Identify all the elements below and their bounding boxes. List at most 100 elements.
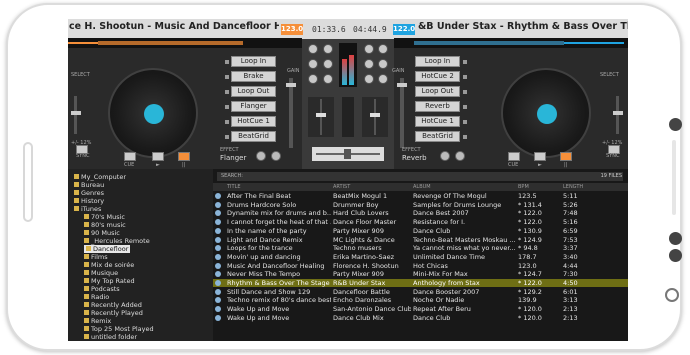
hotcue-1-button[interactable]: HotCue 1 [231,116,276,127]
loop-out-button[interactable]: Loop Out [415,86,460,97]
phone-home-button[interactable] [665,288,679,302]
table-row[interactable]: Light and Dance Remix MC Lights & Dance Te… [213,236,628,244]
mixer-knob[interactable] [323,59,333,69]
search-input[interactable]: SEARCH: [217,172,623,181]
effect-knob-1[interactable] [256,151,266,161]
folder-item[interactable]: Films [84,253,108,261]
folder-item[interactable]: 80's music [84,221,126,229]
table-row[interactable]: Loops for the trance Techno musers Ya cann… [213,244,628,252]
hotcue-2-button[interactable]: HotCue 2 [415,71,460,82]
folder-item[interactable]: Recently Added [84,301,142,309]
pause-button[interactable] [560,152,572,161]
volume-fader-right[interactable] [362,97,388,137]
folder-item[interactable]: Remix [84,317,111,325]
deck-left-waveform[interactable] [68,38,302,48]
folder-item[interactable]: Bureau [74,181,104,189]
table-row[interactable]: In the name of the party Party Mixer 909 D… [213,227,628,235]
cue-button[interactable] [508,152,520,161]
folder-item[interactable]: Musique [84,269,118,277]
table-row[interactable]: Rhythm & Bass Over The Stage R&B Under St… [213,279,628,287]
col-bpm[interactable]: BPM [518,184,529,190]
pitch-slider[interactable] [616,96,619,134]
mixer-knob[interactable] [364,74,374,84]
loop-in-button[interactable]: Loop In [231,56,276,67]
play-button[interactable] [152,152,164,161]
beatgrid-button[interactable]: BeatGrid [231,131,276,142]
pause-button[interactable] [178,152,190,161]
crossfader[interactable] [312,147,384,161]
track-cell-artist: Erika Martino-Saez [333,252,394,261]
col-artist[interactable]: ARTIST [333,184,350,190]
table-row[interactable]: Music And Dancefloor Healing Florence H. … [213,262,628,270]
cue-button[interactable] [124,152,136,161]
loop-in-button[interactable]: Loop In [415,56,460,67]
gain-handle[interactable] [397,83,407,87]
table-row[interactable]: Wake Up and Move San-Antonio Dance Club Re… [213,305,628,313]
folder-item[interactable]: Mix de soirée [84,261,134,269]
folder-item[interactable]: Podcasts [84,285,120,293]
mixer-knob[interactable] [364,44,374,54]
deck-right-waveform[interactable] [394,38,628,48]
col-length[interactable]: LENGTH [563,184,583,190]
folder-item[interactable]: Dancefloor [84,245,131,253]
folder-item[interactable]: untitled folder [84,333,137,341]
table-row[interactable]: I cannot forget the heat of that ... Danc… [213,218,628,226]
folder-item[interactable]: 90 Music [84,229,120,237]
deck-left-platter[interactable] [108,68,198,158]
flanger-button[interactable]: Flanger [231,101,276,112]
beatgrid-button[interactable]: BeatGrid [415,131,460,142]
effect-select[interactable]: Flanger [220,154,246,162]
mixer-knob[interactable] [308,44,318,54]
folder-item[interactable]: _Hercules Remote [84,237,150,245]
gain-slider[interactable] [400,78,404,148]
folder-item[interactable]: Top 25 Most Played [84,325,154,333]
loop-out-button[interactable]: Loop Out [231,86,276,97]
folder-item[interactable]: History [74,197,104,205]
col-album[interactable]: ALBUM [413,184,431,190]
hotcue-1-button[interactable]: HotCue 1 [415,116,460,127]
mixer-knob[interactable] [308,74,318,84]
folder-item[interactable]: Genres [74,189,104,197]
brake-button[interactable]: Brake [231,71,276,82]
table-row[interactable]: Never Miss The Tempo Party Mixer 909 Mini-… [213,270,628,278]
folder-item[interactable]: My Top Rated [84,277,135,285]
sync-button[interactable] [76,145,88,154]
table-row[interactable]: Techno remix of 80's dance best Encho Dar… [213,296,628,304]
effect-knob-1[interactable] [440,151,450,161]
table-row[interactable]: Drums Hardcore Solo Drummer Boy Samples fo… [213,201,628,209]
folder-item[interactable]: 70's Music [84,213,125,221]
mixer-knob[interactable] [378,44,388,54]
track-cell-length: 7:53 [563,235,578,244]
folder-item[interactable]: My_Computer [74,173,126,181]
pitch-handle[interactable] [613,111,623,115]
table-row[interactable]: After The Final Beat BeatMix Mogul 1 Reven… [213,192,628,200]
pitch-handle[interactable] [71,111,81,115]
table-row[interactable]: Wake Up and Move Dance Club Mix Dance Club… [213,314,628,322]
table-row[interactable]: Still Dance and Show 129 Dancefloor Battl… [213,288,628,296]
folder-item[interactable]: iTunes [74,205,101,213]
effect-knob-2[interactable] [271,151,281,161]
gain-handle[interactable] [286,83,296,87]
effect-select[interactable]: Reverb [402,154,427,162]
mixer-knob[interactable] [378,59,388,69]
deck-right-platter[interactable] [501,68,591,158]
table-row[interactable]: Movin' up and dancing Erika Martino-Saez U… [213,253,628,261]
mixer-knob[interactable] [364,59,374,69]
volume-fader-left[interactable] [308,97,334,137]
mixer-knob[interactable] [378,74,388,84]
phone-side-button[interactable] [669,232,682,245]
mixer-knob[interactable] [323,44,333,54]
folder-item[interactable]: Radio [84,293,109,301]
pitch-slider[interactable] [74,96,77,134]
reverb-button[interactable]: Reverb [415,101,460,112]
mixer-knob[interactable] [308,59,318,69]
table-row[interactable]: Dynamite mix for drums and b... Hard Club… [213,209,628,217]
effect-knob-2[interactable] [455,151,465,161]
phone-side-button[interactable] [669,249,682,262]
play-button[interactable] [534,152,546,161]
col-title[interactable]: TITLE [227,184,241,190]
folder-item[interactable]: Recently Played [84,309,143,317]
mixer-knob[interactable] [323,74,333,84]
phone-side-button[interactable] [669,118,682,131]
gain-slider[interactable] [289,78,293,148]
